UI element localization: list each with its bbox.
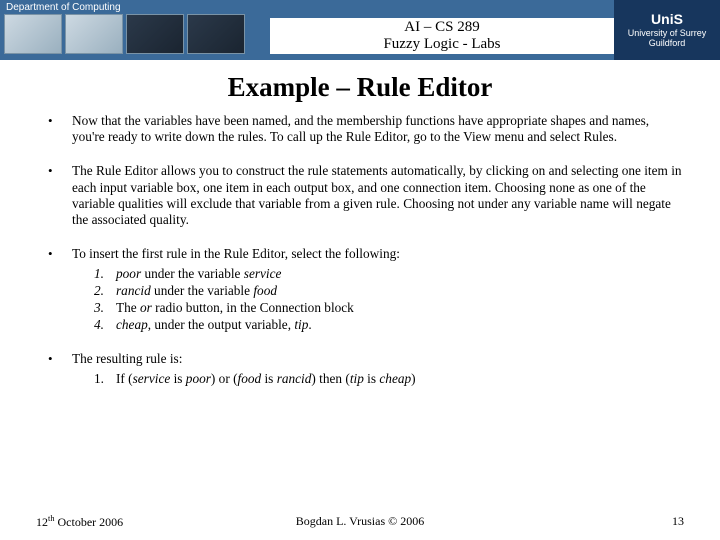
list-item: The or radio button, in the Connection b… <box>94 300 684 316</box>
footer-author: Bogdan L. Vrusias © 2006 <box>252 514 468 530</box>
header-left: Department of Computing <box>0 0 270 60</box>
footer-page-number: 13 <box>468 514 684 530</box>
thumb-image <box>4 14 62 54</box>
bullet-item: The Rule Editor allows you to construct … <box>44 163 684 228</box>
bullet-item: The resulting rule is: If (service is po… <box>44 351 684 386</box>
university-logo: UniS University of Surrey Guildford <box>614 0 720 60</box>
list-item: poor under the variable service <box>94 266 684 282</box>
bullet-item: To insert the first rule in the Rule Edi… <box>44 246 684 333</box>
slide-header: Department of Computing AI – CS 289 Fuzz… <box>0 0 720 60</box>
list-item: cheap, under the output variable, tip. <box>94 317 684 333</box>
list-item: If (service is poor) or (food is rancid)… <box>94 371 684 387</box>
slide-content: Now that the variables have been named, … <box>0 113 720 387</box>
uni-brand: UniS <box>651 11 683 28</box>
list-item: rancid under the variable food <box>94 283 684 299</box>
slide-footer: 12th October 2006 Bogdan L. Vrusias © 20… <box>0 514 720 530</box>
thumb-image <box>187 14 245 54</box>
footer-date: 12th October 2006 <box>36 514 252 530</box>
uni-name: University of Surrey <box>628 28 707 39</box>
course-subtitle: Fuzzy Logic - Labs <box>383 36 500 53</box>
course-code: AI – CS 289 <box>404 19 479 36</box>
thumb-image <box>65 14 123 54</box>
thumb-image <box>126 14 184 54</box>
uni-location: Guildford <box>649 38 686 49</box>
bullet-item: Now that the variables have been named, … <box>44 113 684 145</box>
department-label: Department of Computing <box>6 2 121 13</box>
header-center: AI – CS 289 Fuzzy Logic - Labs <box>270 0 614 60</box>
header-thumbnails <box>4 14 245 54</box>
slide-title: Example – Rule Editor <box>0 72 720 103</box>
